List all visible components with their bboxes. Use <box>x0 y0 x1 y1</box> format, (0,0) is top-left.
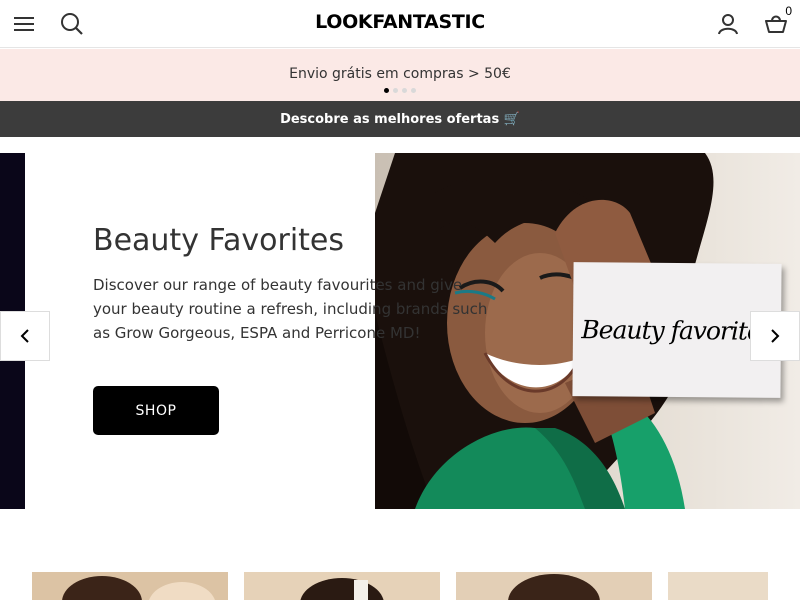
category-tile[interactable] <box>456 572 652 600</box>
hero-carousel: Beauty favorites Beauty Favorites Discov… <box>0 153 800 509</box>
menu-button[interactable] <box>0 0 48 48</box>
promo-dot[interactable] <box>411 88 416 93</box>
site-header: LOOKFANTASTIC 0 <box>0 0 800 48</box>
menu-icon <box>14 17 34 31</box>
category-tile[interactable] <box>668 572 768 600</box>
hero-title: Beauty Favorites <box>93 223 345 258</box>
offers-text: Descobre as melhores ofertas 🛒 <box>280 111 520 127</box>
basket-button[interactable]: 0 <box>752 0 800 48</box>
carousel-next-button[interactable] <box>750 311 800 361</box>
promo-dot[interactable] <box>384 88 389 93</box>
shop-button[interactable]: SHOP <box>93 386 219 435</box>
basket-icon <box>765 15 787 33</box>
site-logo[interactable]: LOOKFANTASTIC <box>0 11 800 33</box>
promo-banner: Envio grátis em compras > 50€ <box>0 49 800 101</box>
promo-pagination <box>384 88 416 93</box>
category-tiles <box>0 572 800 600</box>
offers-bar[interactable]: Descobre as melhores ofertas 🛒 <box>0 101 800 137</box>
promo-dot[interactable] <box>393 88 398 93</box>
chevron-left-icon <box>20 329 29 343</box>
search-icon <box>61 13 83 35</box>
category-tile[interactable] <box>244 572 440 600</box>
account-icon <box>718 14 738 35</box>
carousel-prev-button[interactable] <box>0 311 50 361</box>
category-tile[interactable] <box>32 572 228 600</box>
promo-text[interactable]: Envio grátis em compras > 50€ <box>0 66 800 82</box>
basket-count: 0 <box>785 4 792 18</box>
account-button[interactable] <box>704 0 752 48</box>
hero-description: Discover our range of beauty favourites … <box>93 276 488 342</box>
beauty-card-text: Beauty favorites <box>581 314 773 346</box>
search-button[interactable] <box>48 0 96 48</box>
chevron-right-icon <box>771 329 780 343</box>
promo-dot[interactable] <box>402 88 407 93</box>
